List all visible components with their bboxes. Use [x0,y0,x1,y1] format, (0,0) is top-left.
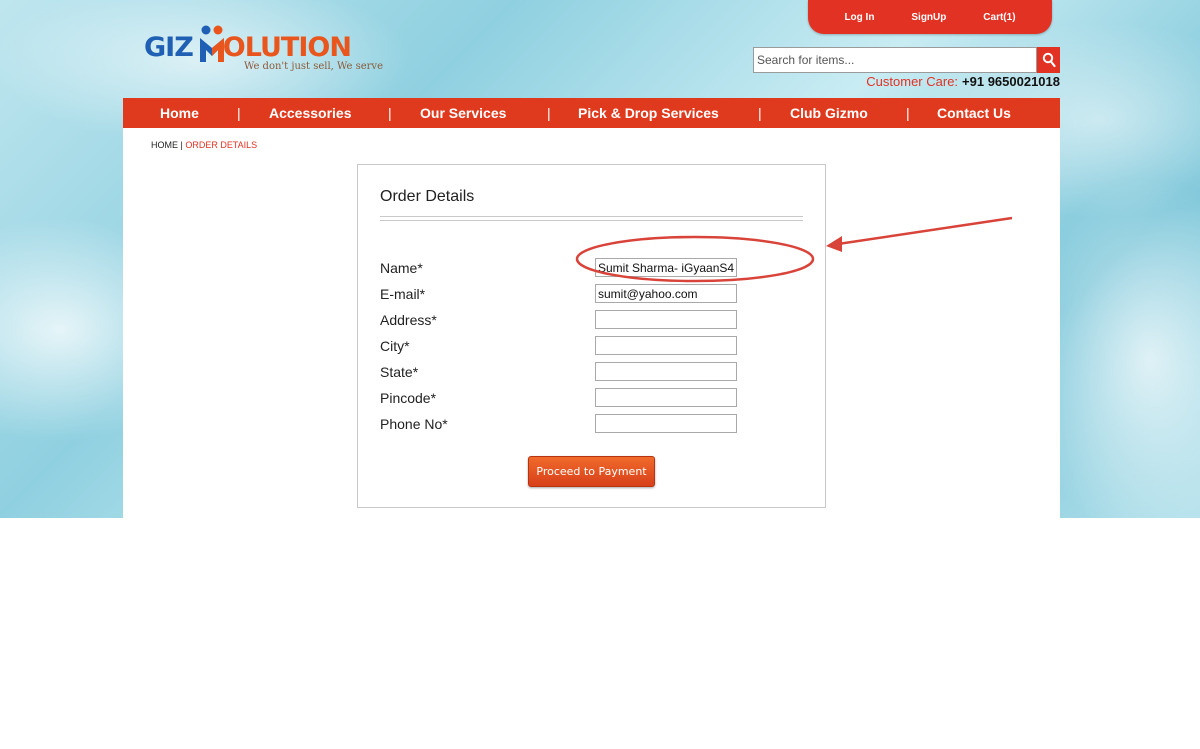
customer-care-label: Customer Care: [866,74,959,89]
address-label: Address* [380,312,437,328]
proceed-to-payment-button[interactable]: Proceed to Payment [528,456,655,487]
nav-item-home[interactable]: Home [160,105,199,121]
breadcrumb: HOME | ORDER DETAILS [151,140,257,150]
logo-figure-icon [200,25,224,62]
name-field[interactable] [595,258,737,277]
customer-care: Customer Care: +91 9650021018 [866,74,1060,89]
page-blank-area [0,518,1200,749]
search-bar [753,47,1060,73]
phone-field[interactable] [595,414,737,433]
nav-item-our-services[interactable]: Our Services [420,105,506,121]
logo-part-2: OLUTION [222,32,352,63]
cart-link[interactable]: Cart(1) [983,12,1015,23]
search-icon [1042,52,1056,68]
state-label: State* [380,364,419,380]
search-input[interactable] [753,47,1037,73]
nav-item-accessories[interactable]: Accessories [269,105,352,121]
city-field[interactable] [595,336,737,355]
main-nav: Home | Accessories | Our Services | Pick… [123,98,1060,128]
logo-tagline: We don't just sell, We serve [244,61,383,72]
state-field[interactable] [595,362,737,381]
form-title: Order Details [380,188,475,205]
search-button[interactable] [1037,47,1060,73]
nav-item-contact-us[interactable]: Contact Us [937,105,1011,121]
nav-separator: | [388,105,392,121]
nav-separator: | [758,105,762,121]
phone-label: Phone No* [380,416,448,432]
account-tab: Log In SignUp Cart(1) [808,0,1052,34]
pincode-field[interactable] [595,388,737,407]
customer-care-number: +91 9650021018 [962,74,1060,89]
nav-separator: | [237,105,241,121]
city-label: City* [380,338,410,354]
signup-link[interactable]: SignUp [911,12,946,23]
pincode-label: Pincode* [380,390,437,406]
nav-separator: | [547,105,551,121]
logo-part-1: GIZ [144,32,194,63]
logo-wordmark: GIZ OLUTION [144,32,352,63]
nav-item-pick-drop[interactable]: Pick & Drop Services [578,105,719,121]
site-logo[interactable]: GIZ OLUTION We don't just sell, We serve [144,24,384,74]
title-divider [380,216,803,221]
email-label: E-mail* [380,286,426,302]
breadcrumb-current: ORDER DETAILS [185,140,258,150]
email-field[interactable] [595,284,737,303]
name-label: Name* [380,260,423,276]
nav-separator: | [906,105,910,121]
login-link[interactable]: Log In [844,12,874,23]
address-field[interactable] [595,310,737,329]
breadcrumb-home[interactable]: HOME [151,140,178,150]
order-details-form: Order Details Name* E-mail* Address* Cit… [357,164,826,508]
nav-item-club-gizmo[interactable]: Club Gizmo [790,105,868,121]
